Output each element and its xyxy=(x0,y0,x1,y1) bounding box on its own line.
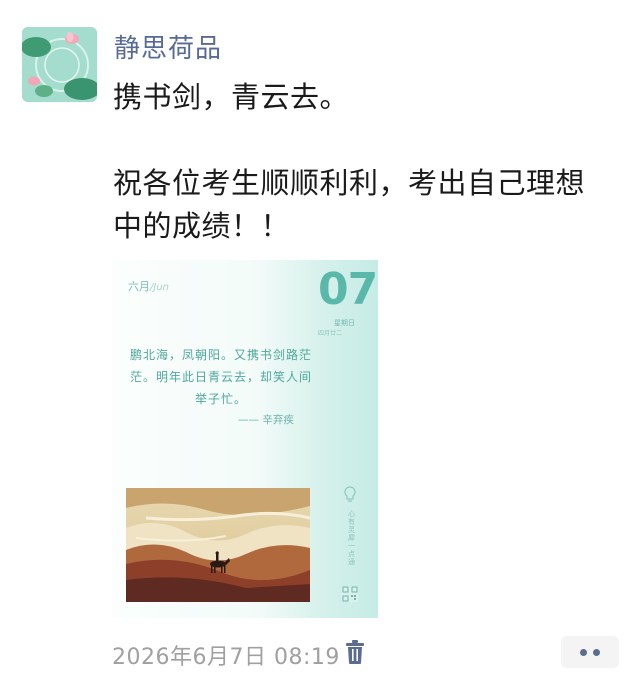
trash-icon[interactable] xyxy=(345,639,365,669)
landscape-painting xyxy=(126,488,310,602)
card-side-text: 心有灵犀一点通 xyxy=(348,510,355,566)
card-month-en: /Jun xyxy=(150,282,169,293)
card-poem: 鹏北海，凤朝阳。又携书剑路茫茫。明年此日青云去，却笑人间举子忙。 xyxy=(129,348,312,406)
lightbulb-icon xyxy=(344,486,356,508)
avatar-lotus-image xyxy=(22,27,97,102)
qr-code-icon xyxy=(342,586,358,602)
card-poem-author: —— 辛弃疾 xyxy=(238,414,294,426)
card-month-cn: 六月 xyxy=(128,280,150,293)
calendar-image[interactable]: 六月/Jun 07 星期日 四月廿二 鹏北海，凤朝阳。又携书剑路茫茫。明年此日青… xyxy=(112,260,378,618)
card-weekday: 星期日 xyxy=(334,319,355,327)
post-text: 携书剑，青云去。 祝各位考生顺顺利利，考出自己理想中的成绩！！ xyxy=(113,80,586,243)
more-dots-icon[interactable] xyxy=(561,636,619,668)
card-day: 07 xyxy=(318,264,378,315)
card-month: 六月/Jun xyxy=(128,278,169,294)
avatar[interactable] xyxy=(22,27,97,102)
post-timestamp: 2026年6月7日 08:19 xyxy=(112,645,340,670)
card-lunar-date: 四月廿二 xyxy=(318,330,343,337)
dot xyxy=(593,648,600,656)
author-name[interactable]: 静思荷品 xyxy=(114,28,222,65)
dot xyxy=(580,648,587,656)
